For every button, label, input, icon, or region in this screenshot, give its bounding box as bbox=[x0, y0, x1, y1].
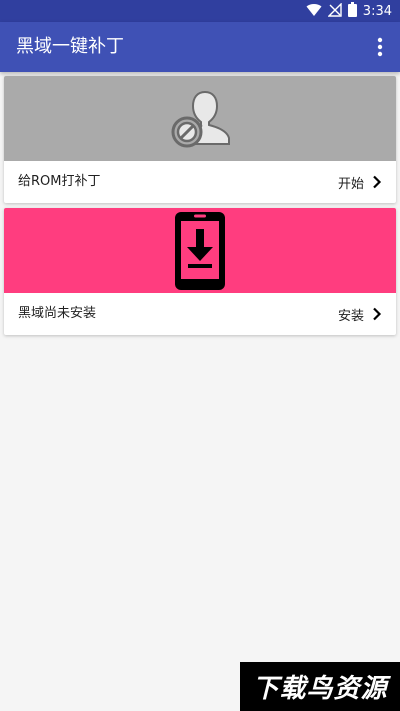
install-button[interactable]: 安装 bbox=[338, 303, 382, 325]
phone-download-icon bbox=[175, 211, 225, 290]
status-icons: 3:34 bbox=[306, 1, 392, 21]
install-card: 黑域尚未安装 安装 bbox=[4, 208, 396, 335]
patch-rom-banner bbox=[4, 76, 396, 161]
install-label: 安装 bbox=[337, 308, 364, 324]
overflow-menu-button[interactable] bbox=[370, 35, 390, 59]
watermark: 下载鸟资源 bbox=[240, 662, 400, 711]
wifi-icon bbox=[306, 2, 322, 21]
install-row[interactable]: 黑域尚未安装 安装 bbox=[4, 293, 396, 335]
patch-rom-row[interactable]: 给ROM打补丁 开始 bbox=[4, 161, 396, 203]
watermark-text: 下载鸟资源 bbox=[252, 674, 388, 704]
install-status-label: 黑域尚未安装 bbox=[18, 306, 97, 321]
patch-rom-label: 给ROM打补丁 bbox=[18, 174, 101, 189]
chevron-right-icon bbox=[373, 307, 382, 321]
install-banner bbox=[4, 208, 396, 293]
app-bar: 黑域一键补丁 bbox=[0, 22, 400, 72]
user-blocked-icon bbox=[171, 90, 230, 147]
patch-rom-card: 给ROM打补丁 开始 bbox=[4, 76, 396, 203]
no-signal-icon bbox=[327, 1, 342, 21]
start-label: 开始 bbox=[337, 176, 364, 192]
chevron-right-icon bbox=[373, 175, 382, 189]
patch-rom-start-button[interactable]: 开始 bbox=[338, 171, 382, 193]
app-title: 黑域一键补丁 bbox=[16, 36, 124, 57]
more-vert-icon bbox=[377, 37, 383, 57]
battery-icon bbox=[347, 1, 357, 21]
status-bar: 3:34 bbox=[0, 0, 400, 22]
status-time: 3:34 bbox=[362, 3, 392, 19]
